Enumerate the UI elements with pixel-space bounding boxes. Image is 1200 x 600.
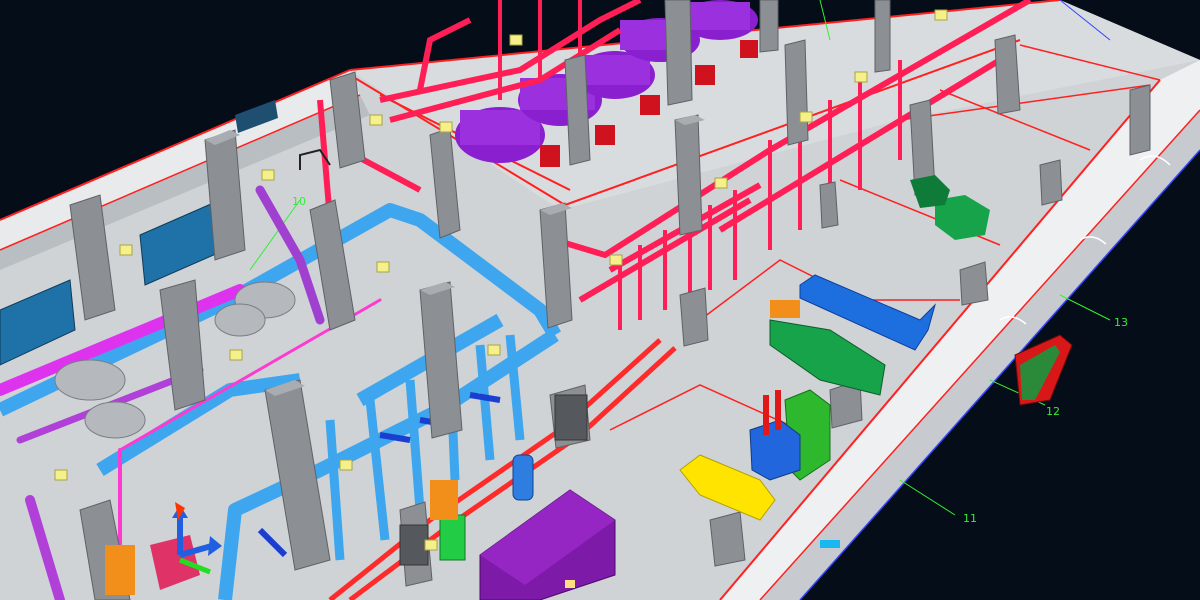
gridline-label-13: 13: [1114, 316, 1128, 329]
green-panel-small: [439, 514, 466, 561]
gridline-label-12: 12: [1046, 405, 1060, 418]
gridline-label-11: 11: [963, 512, 977, 525]
gridline-label-10: 10: [292, 195, 306, 208]
cyan-marker: [820, 540, 840, 548]
model-viewport[interactable]: 10 11 12 13: [0, 0, 1200, 600]
blue-pump: [512, 454, 534, 501]
